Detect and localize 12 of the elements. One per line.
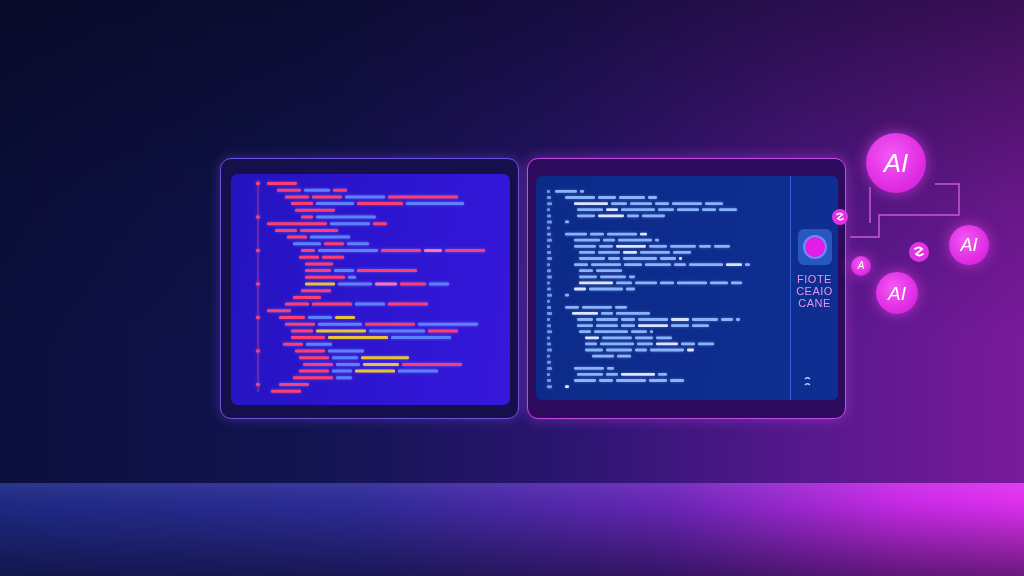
squiggle-icon [909,242,929,262]
sidebar-button[interactable] [797,229,832,265]
circle-icon [802,235,827,259]
sidebar-label: CEAIO [796,285,833,297]
sidebar-label: CANE [798,297,831,309]
ai-bubble: A [851,256,871,276]
ai-bubble: AI [876,272,918,314]
sidebar-label: FIOTE [797,273,832,285]
tilde-icon [804,376,811,387]
squiggle-icon [832,209,848,225]
ai-bubble: AI [866,133,926,193]
ai-bubble: AI [949,225,989,265]
